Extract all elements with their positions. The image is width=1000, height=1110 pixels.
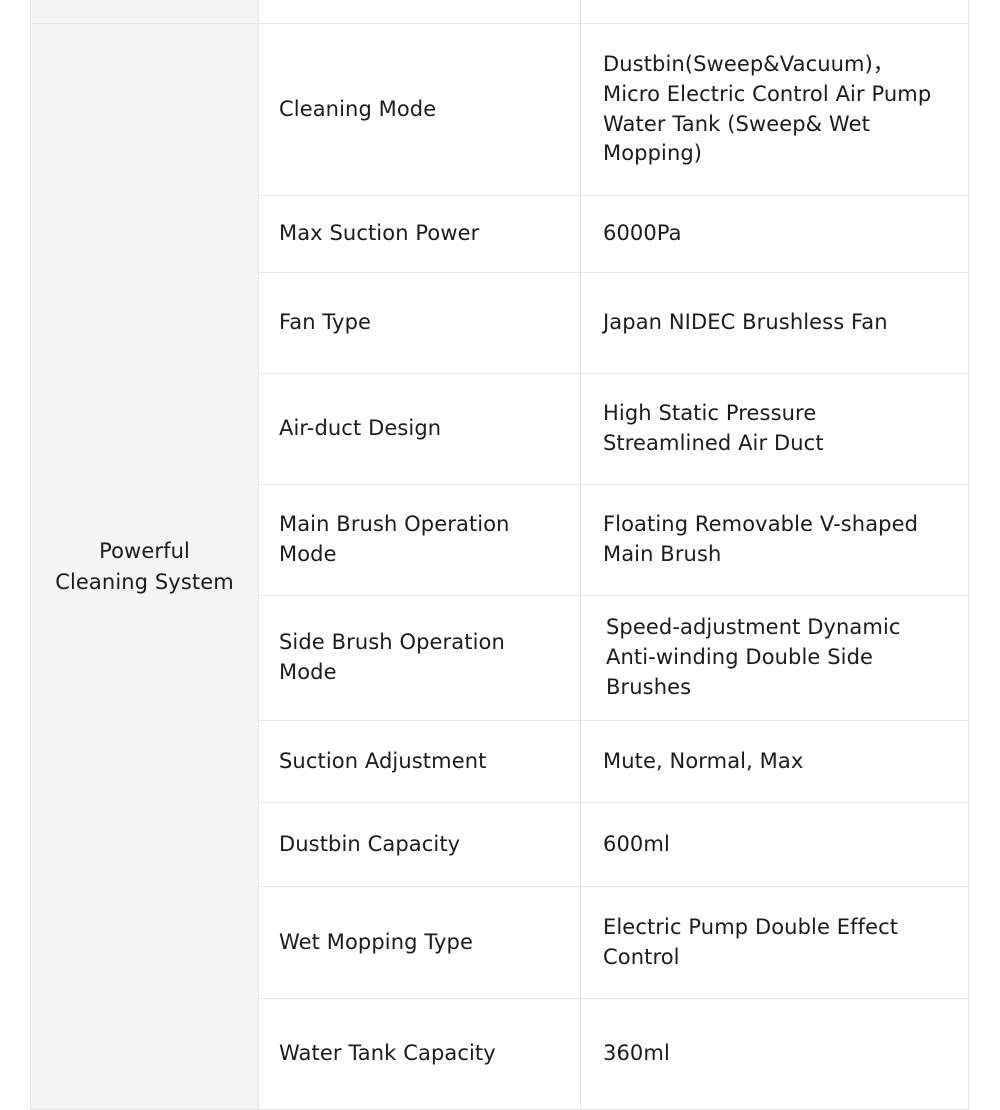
- spec-value-fan-type: Japan NIDEC Brushless Fan: [580, 272, 969, 374]
- spec-value-previous: [580, 0, 969, 24]
- spec-label-water-tank-capacity: Water Tank Capacity: [258, 998, 581, 1110]
- spec-value-water-tank-capacity: 360ml: [580, 998, 969, 1110]
- spec-value-air-duct-design: High Static Pressure Streamlined Air Duc…: [580, 373, 969, 485]
- spec-label-main-brush-operation-mode: Main Brush Operation Mode: [258, 484, 581, 596]
- category-label-line1: Powerful: [99, 539, 190, 564]
- specification-table: Powerful Cleaning System Cleaning Mode D…: [30, 0, 969, 1110]
- spec-label-cleaning-mode: Cleaning Mode: [258, 23, 581, 196]
- table-row: Powerful Cleaning System Cleaning Mode D…: [30, 23, 969, 1110]
- spec-label-dustbin-capacity: Dustbin Capacity: [258, 802, 581, 887]
- spec-label-wet-mopping-type: Wet Mopping Type: [258, 886, 581, 999]
- spec-label-previous: [258, 0, 581, 24]
- spec-label-side-brush-operation-mode: Side Brush Operation Mode: [258, 595, 581, 721]
- spec-value-dustbin-capacity: 600ml: [580, 802, 969, 887]
- spec-label-suction-adjustment: Suction Adjustment: [258, 720, 581, 803]
- spec-value-side-brush-operation-mode: Speed-adjustment Dynamic Anti-winding Do…: [580, 595, 969, 721]
- spec-label-fan-type: Fan Type: [258, 272, 581, 374]
- spec-label-max-suction-power: Max Suction Power: [258, 195, 581, 273]
- spec-value-suction-adjustment: Mute, Normal, Max: [580, 720, 969, 803]
- spec-value-main-brush-operation-mode: Floating Removable V-shaped Main Brush: [580, 484, 969, 596]
- specification-sheet: Powerful Cleaning System Cleaning Mode D…: [0, 0, 1000, 1110]
- spec-value-wet-mopping-type: Electric Pump Double Effect Control: [580, 886, 969, 999]
- category-label-line2: Cleaning System: [55, 569, 234, 594]
- table-row: [30, 0, 969, 24]
- category-cell-previous: [30, 0, 259, 24]
- spec-value-cleaning-mode: Dustbin(Sweep&Vacuum)，Micro Electric Con…: [580, 23, 969, 196]
- specification-table-body: Powerful Cleaning System Cleaning Mode D…: [30, 0, 969, 1110]
- category-cell-powerful-cleaning-system: Powerful Cleaning System: [30, 23, 259, 1110]
- spec-value-max-suction-power: 6000Pa: [580, 195, 969, 273]
- spec-label-air-duct-design: Air-duct Design: [258, 373, 581, 485]
